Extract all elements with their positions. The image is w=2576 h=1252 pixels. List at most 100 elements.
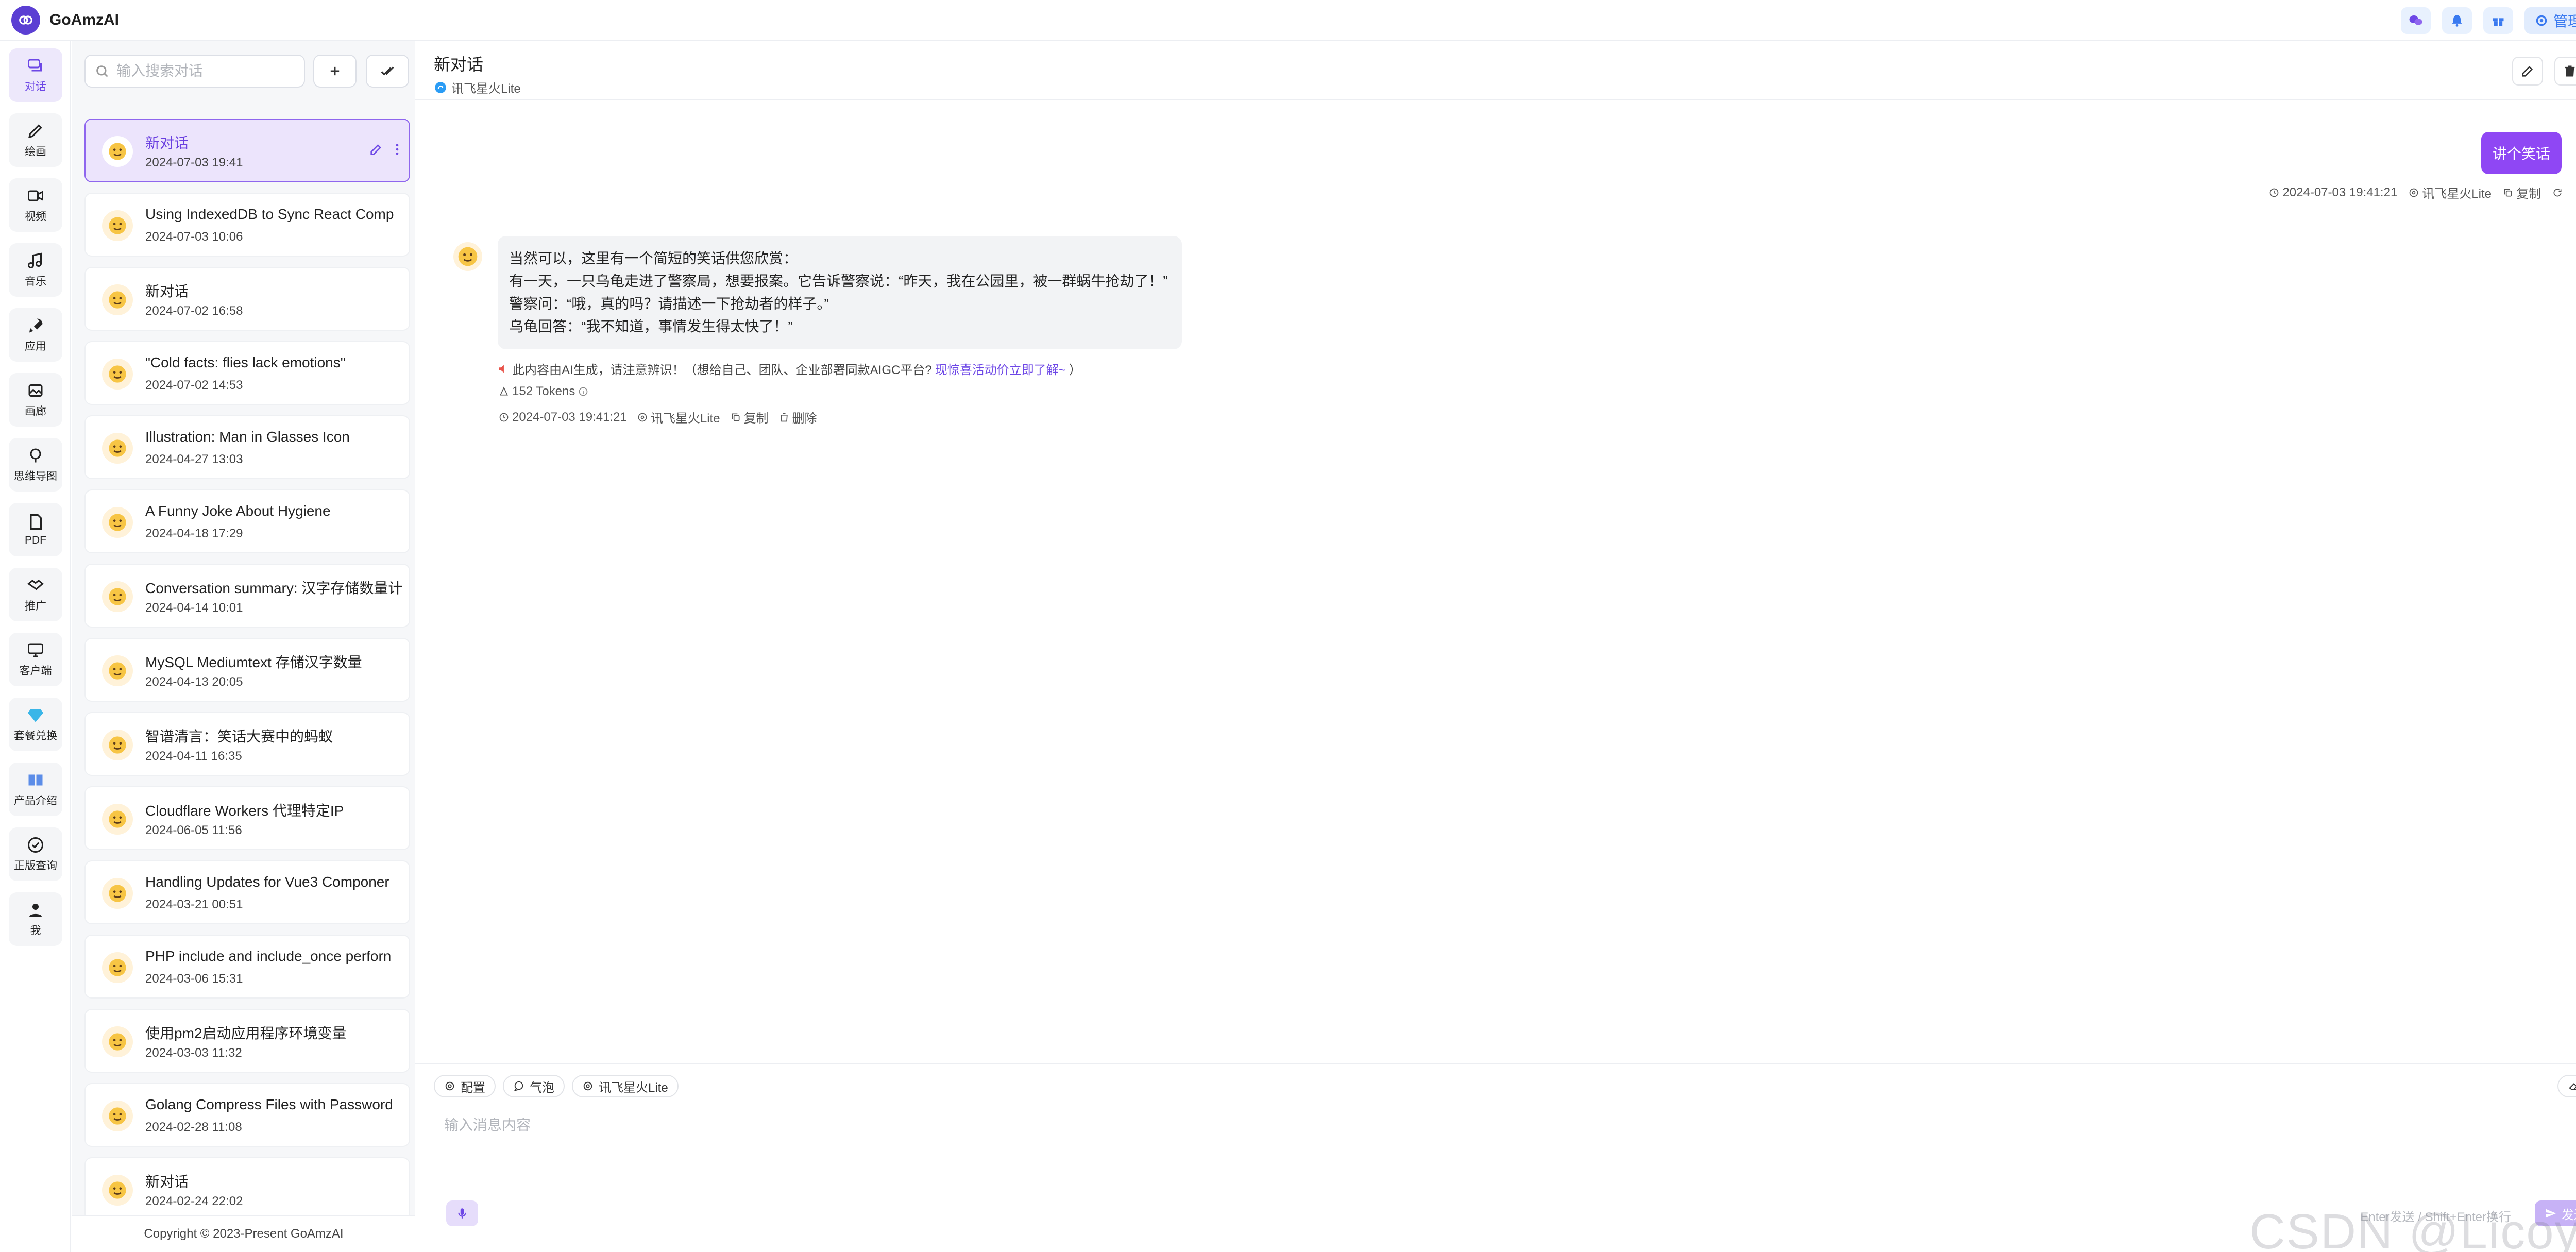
divider: [415, 1063, 2576, 1064]
promo-link[interactable]: 现惊喜活动价立即了解~: [935, 360, 1066, 378]
wechat-button[interactable]: [2400, 7, 2431, 34]
conversation-item[interactable]: Cloudflare Workers 代理特定IP 2024-06-05 11:5…: [84, 786, 410, 850]
conversation-title: 新对话: [145, 135, 189, 151]
config-button[interactable]: 配置: [434, 1075, 496, 1097]
admin-button[interactable]: 管理: [2524, 7, 2576, 34]
search-box[interactable]: [84, 55, 305, 88]
bubble-icon: [514, 1081, 523, 1091]
conversation-panel: 新对话 2024-07-03 19:41 Using IndexedDB to Sy…: [72, 41, 415, 1252]
nav-item-me[interactable]: 我: [9, 892, 62, 946]
conversation-title: 智谱清言：笑话大赛中的蚂蚁: [145, 729, 333, 745]
voice-input-button[interactable]: [446, 1200, 478, 1226]
more-icon[interactable]: [395, 142, 400, 157]
app-name: GoAmzAI: [49, 11, 119, 28]
nav-label: 客户端: [19, 665, 52, 677]
conversation-item[interactable]: 新对话 2024-07-03 19:41: [84, 119, 410, 182]
conversation-item[interactable]: Using IndexedDB to Sync React Comp 2024-0…: [84, 193, 410, 257]
logo-icon: [11, 6, 40, 35]
ai-line: 警察问：“哦，真的吗？请描述一下抢劫者的样子。”: [509, 296, 829, 312]
nav-item-music[interactable]: 音乐: [9, 243, 62, 297]
conversation-avatar: [102, 655, 133, 686]
model-text: 讯飞星火Lite: [650, 412, 720, 426]
eraser-icon: [2569, 1083, 2576, 1090]
nav-item-apps[interactable]: 应用: [9, 308, 62, 362]
info-icon[interactable]: [578, 386, 588, 397]
conversation-title: Handling Updates for Vue3 Componer: [145, 874, 389, 890]
clear-button[interactable]: 清空: [2557, 1075, 2576, 1097]
nav-item-chat[interactable]: 对话: [9, 48, 62, 102]
conversation-item[interactable]: 新对话 2024-02-24 22:02: [84, 1157, 410, 1221]
emoji-icon: [109, 291, 126, 309]
gift-button[interactable]: [2483, 7, 2513, 34]
conversation-avatar: [102, 507, 133, 538]
nav-item-gallery[interactable]: 画廊: [9, 373, 62, 427]
conversation-item[interactable]: Handling Updates for Vue3 Componer 2024-0…: [84, 860, 410, 924]
ai-message-meta: 2024-07-03 19:41:21 讯飞星火Lite 复制 删除: [499, 408, 817, 426]
conversation-item[interactable]: Conversation summary: 汉字存储数量计 2024-04-14 …: [84, 564, 410, 628]
nav-item-promote[interactable]: 推广: [9, 568, 62, 621]
conversation-item[interactable]: A Funny Joke About Hygiene 2024-04-18 17:…: [84, 489, 410, 553]
model-select[interactable]: 讯飞星火Lite: [572, 1075, 679, 1097]
conversation-date: 2024-03-03 11:32: [145, 1046, 242, 1060]
emoji-icon: [109, 736, 126, 754]
nav-item-verify[interactable]: 正版查询: [9, 827, 62, 881]
conversation-date: 2024-04-13 20:05: [145, 675, 243, 689]
conversation-item[interactable]: 新对话 2024-07-02 16:58: [84, 267, 410, 331]
user-message-meta: 2024-07-03 19:41:21 讯飞星火Lite 复制: [2269, 183, 2563, 201]
bubble-button[interactable]: 气泡: [503, 1075, 565, 1097]
chat-title: 新对话: [434, 55, 484, 74]
conversation-item[interactable]: Illustration: Man in Glasses Icon 2024-04…: [84, 415, 410, 479]
edit-title-button[interactable]: [2512, 57, 2543, 86]
pdf-icon: [30, 514, 42, 530]
nav-label: 套餐兑换: [14, 730, 57, 742]
nav-item-product[interactable]: 产品介绍: [9, 763, 62, 816]
notice-end: ）: [1069, 363, 1081, 377]
conversation-title: Using IndexedDB to Sync React Comp: [145, 206, 394, 222]
conversation-date: 2024-06-05 11:56: [145, 823, 242, 837]
emoji-icon: [109, 588, 126, 605]
conversation-item[interactable]: Golang Compress Files with Password 2024-…: [84, 1083, 410, 1147]
delete-chat-button[interactable]: [2554, 57, 2576, 86]
nav-item-client[interactable]: 客户端: [9, 633, 62, 686]
rocket-icon: [29, 318, 43, 333]
bubble-label: 气泡: [530, 1080, 554, 1095]
nav-item-paint[interactable]: 绘画: [9, 113, 62, 167]
nav-item-plans[interactable]: 套餐兑换: [9, 698, 62, 751]
brand[interactable]: GoAmzAI: [11, 6, 119, 35]
model-select-label: 讯飞星火Lite: [599, 1080, 668, 1095]
user-copy-button[interactable]: 复制: [2503, 183, 2541, 201]
chat-icon: [28, 59, 42, 72]
wechat-icon: [2409, 15, 2422, 25]
search-input[interactable]: [116, 63, 297, 79]
clock-icon: [2270, 188, 2279, 197]
model-icon: [583, 1081, 592, 1091]
copy-label: 复制: [2516, 187, 2541, 201]
new-chat-button[interactable]: [313, 55, 357, 88]
ai-delete-button[interactable]: 删除: [779, 408, 817, 426]
diamond-icon: [28, 709, 43, 722]
multi-select-button[interactable]: [366, 55, 409, 88]
conversation-item[interactable]: PHP include and include_once perforn 2024…: [84, 935, 410, 999]
conversation-item[interactable]: "Cold facts: flies lack emotions" 2024-07…: [84, 341, 410, 405]
nav-item-mindmap[interactable]: 思维导图: [9, 438, 62, 492]
emoji-icon: [109, 143, 126, 160]
emoji-icon: [109, 1181, 126, 1199]
nav-label: 我: [30, 925, 41, 937]
nav-item-pdf[interactable]: PDF: [9, 503, 62, 556]
conversation-date: 2024-07-03 10:06: [145, 230, 243, 244]
nav-label: 正版查询: [14, 860, 57, 872]
notification-button[interactable]: [2442, 7, 2472, 34]
conversation-item[interactable]: 使用pm2启动应用程序环境变量 2024-03-03 11:32: [84, 1009, 410, 1073]
time-text: 2024-07-03 19:41:21: [512, 410, 627, 424]
spark-icon: [435, 81, 446, 93]
microphone-icon: [458, 1208, 466, 1219]
regenerate-button[interactable]: [2552, 183, 2563, 201]
conversation-item[interactable]: MySQL Mediumtext 存储汉字数量 2024-04-13 20:05: [84, 638, 410, 702]
model-icon: [638, 413, 647, 421]
nav-item-video[interactable]: 视频: [9, 178, 62, 232]
conversation-title: Illustration: Man in Glasses Icon: [145, 429, 350, 445]
edit-icon[interactable]: [369, 142, 383, 157]
conversation-item[interactable]: 智谱清言：笑话大赛中的蚂蚁 2024-04-11 16:35: [84, 712, 410, 776]
emoji-icon: [109, 439, 126, 457]
ai-copy-button[interactable]: 复制: [731, 408, 769, 426]
